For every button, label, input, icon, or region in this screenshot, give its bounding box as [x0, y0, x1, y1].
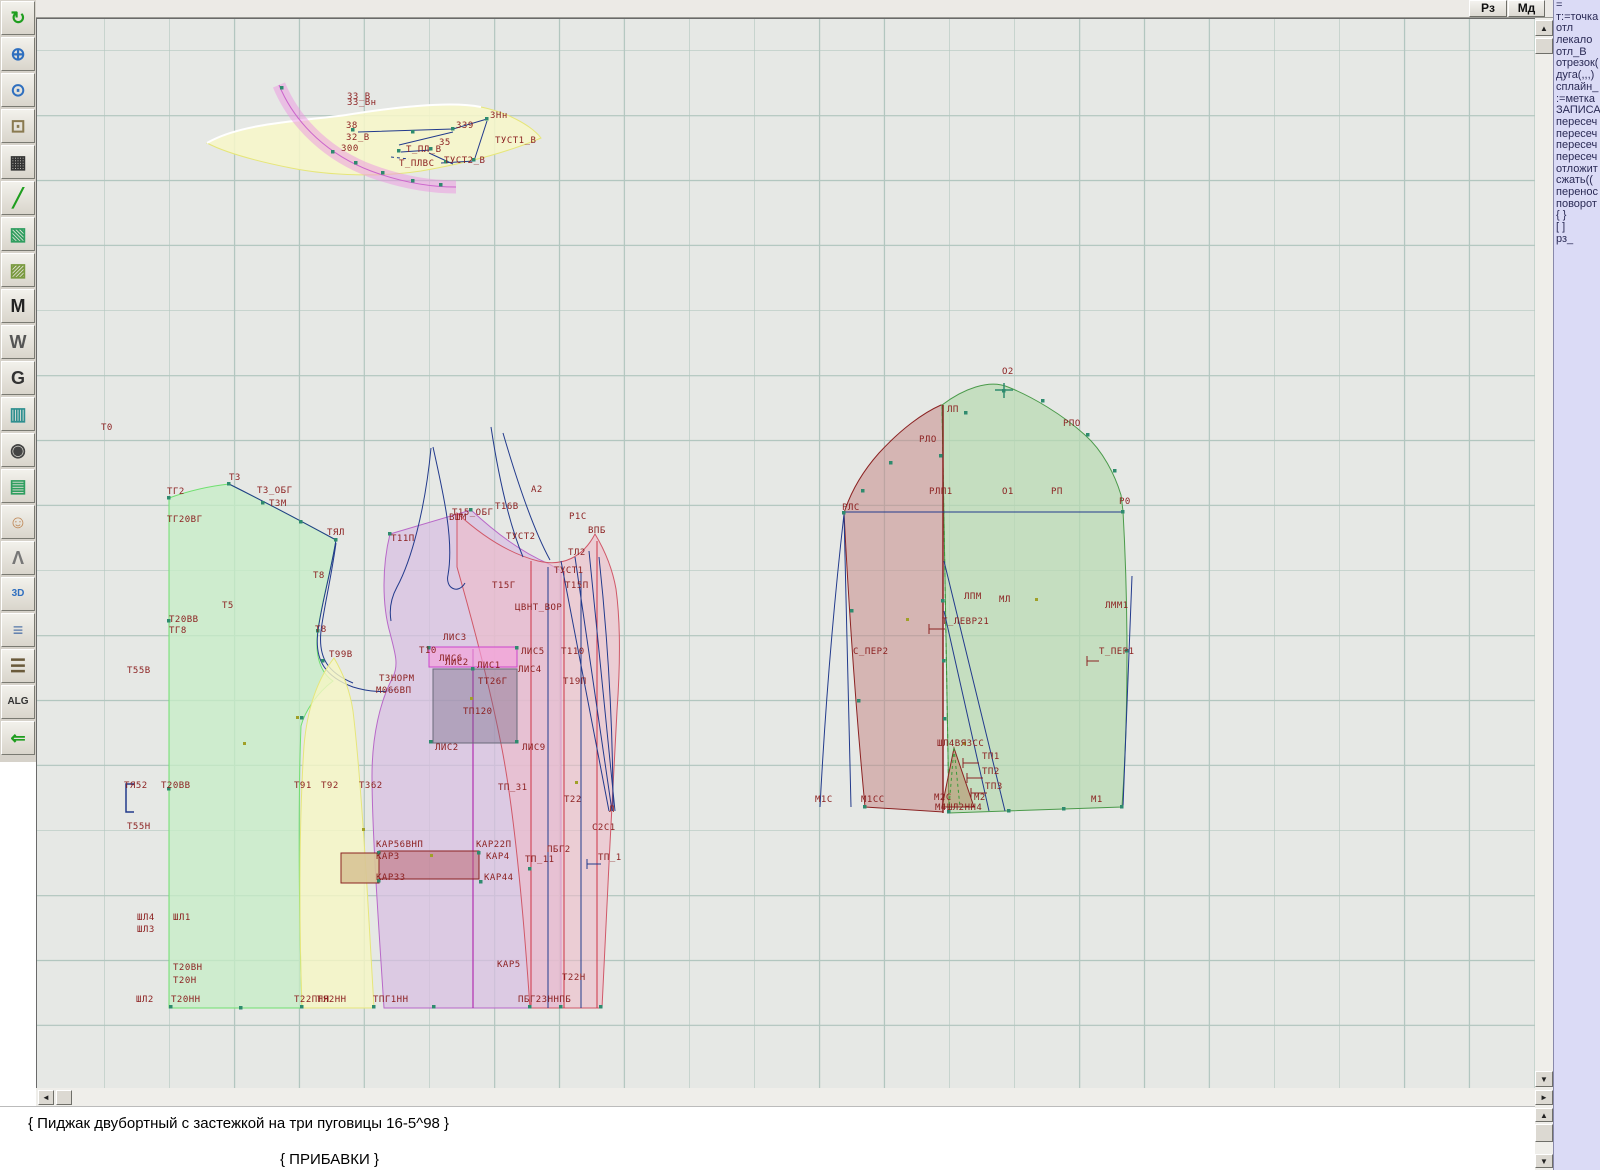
- panel-command[interactable]: пересеч: [1554, 140, 1600, 152]
- alg-icon: ALG: [7, 697, 28, 707]
- list-button[interactable]: ≡: [1, 613, 35, 647]
- command-panel: =т:=точкаотллекалоотл_Вотрезок(дуга(,,,)…: [1553, 0, 1600, 1170]
- image-button[interactable]: ▧: [1, 217, 35, 251]
- refresh-button[interactable]: ↻: [1, 1, 35, 35]
- hscroll-thumb[interactable]: [56, 1090, 72, 1105]
- model-description: { Пиджак двубортный с застежкой на три п…: [28, 1115, 449, 1132]
- md-button[interactable]: Мд: [1508, 0, 1545, 17]
- grid-button[interactable]: ▦: [1, 145, 35, 179]
- zoom-window-icon: ⊙: [10, 81, 25, 99]
- zoom-window-button[interactable]: ⊙: [1, 73, 35, 107]
- canvas-hscrollbar[interactable]: [36, 1088, 1553, 1106]
- pattern-piece-button[interactable]: ▨: [1, 253, 35, 287]
- panel-command[interactable]: пересеч: [1554, 129, 1600, 141]
- front-piece[interactable]: [341, 510, 620, 1008]
- panel-command[interactable]: перенос: [1554, 187, 1600, 199]
- panel-command[interactable]: поворот: [1554, 199, 1600, 211]
- top-bar: Рз Мд: [36, 0, 1553, 18]
- left-toolbar: ↻ ⊕ ⊙ ⊡ ▦ ╱ ▧ ▨ MWG ▥ ◉ ▤ ☺ Λ 3D ≡ ☰ ALG ⇐: [0, 0, 36, 762]
- panel-command[interactable]: =: [1554, 0, 1600, 12]
- panel-command[interactable]: :=метка: [1554, 94, 1600, 106]
- scroll-right-button[interactable]: ►: [1535, 1090, 1553, 1105]
- drafting-icon: W: [10, 333, 27, 351]
- g-tool-icon: G: [11, 369, 25, 387]
- model-photo-icon: ☺: [9, 513, 27, 531]
- books-button[interactable]: ☰: [1, 649, 35, 683]
- model-photo-button[interactable]: ☺: [1, 505, 35, 539]
- drawing-canvas[interactable]: 33_В33_ВнЗНн3833932_В35ТУСТ1_В300Т_ПЛ_ВТ…: [36, 18, 1535, 1088]
- scroll-down-button[interactable]: ▼: [1535, 1071, 1553, 1087]
- panel-command[interactable]: [ ]: [1554, 222, 1600, 234]
- pattern-drawing: [37, 19, 1535, 1088]
- scroll-left-button[interactable]: ◄: [38, 1090, 54, 1105]
- ruler-button[interactable]: ▥: [1, 397, 35, 431]
- panel-command[interactable]: сжать((: [1554, 175, 1600, 187]
- sleeve-piece[interactable]: [820, 383, 1132, 813]
- panel-command[interactable]: отл_В: [1554, 47, 1600, 59]
- garment-button[interactable]: Λ: [1, 541, 35, 575]
- ruler-icon: ▥: [9, 405, 26, 423]
- canvas-vscrollbar[interactable]: [1535, 18, 1553, 1088]
- garment-icon: Λ: [12, 549, 24, 567]
- alg-button[interactable]: ALG: [1, 685, 35, 719]
- measure-icon: ╱: [13, 189, 24, 207]
- 3d-icon: 3D: [12, 589, 25, 599]
- measure-button[interactable]: ╱: [1, 181, 35, 215]
- panel-command[interactable]: дуга(,,,): [1554, 70, 1600, 82]
- panel-command[interactable]: сплайн_: [1554, 82, 1600, 94]
- panel-command[interactable]: ЗАПИСА: [1554, 105, 1600, 117]
- image-icon: ▧: [9, 225, 26, 243]
- drafting-button[interactable]: W: [1, 325, 35, 359]
- spreadsheet-button[interactable]: ▤: [1, 469, 35, 503]
- text-scroll-up-button[interactable]: ▲: [1535, 1108, 1553, 1122]
- text-scroll-down-button[interactable]: ▼: [1535, 1154, 1553, 1168]
- zoom-in-button[interactable]: ⊕: [1, 37, 35, 71]
- grid-icon: ▦: [9, 153, 26, 171]
- spreadsheet-icon: ▤: [9, 477, 26, 495]
- camera-button[interactable]: ◉: [1, 433, 35, 467]
- refresh-icon: ↻: [10, 9, 25, 27]
- panel-command[interactable]: отрезок(: [1554, 58, 1600, 70]
- panel-command[interactable]: рз_: [1554, 234, 1600, 246]
- collar-piece[interactable]: [207, 85, 541, 187]
- g-tool-button[interactable]: G: [1, 361, 35, 395]
- section-heading: { ПРИБАВКИ }: [280, 1151, 379, 1168]
- camera-icon: ◉: [10, 441, 26, 459]
- panel-command[interactable]: т:=точка: [1554, 12, 1600, 24]
- books-icon: ☰: [10, 657, 26, 675]
- panel-command[interactable]: отложит: [1554, 164, 1600, 176]
- panel-command[interactable]: лекало: [1554, 35, 1600, 47]
- exit-icon: ⇐: [10, 729, 25, 747]
- zoom-in-icon: ⊕: [10, 45, 25, 63]
- 3d-button[interactable]: 3D: [1, 577, 35, 611]
- exit-button[interactable]: ⇐: [1, 721, 35, 755]
- panel-command[interactable]: отл: [1554, 23, 1600, 35]
- rz-button[interactable]: Рз: [1469, 0, 1507, 17]
- vscroll-thumb[interactable]: [1535, 38, 1553, 54]
- command-text-area[interactable]: { Пиджак двубортный с застежкой на три п…: [0, 1106, 1535, 1170]
- panel-command[interactable]: пересеч: [1554, 117, 1600, 129]
- view-pattern-icon: ⊡: [10, 117, 25, 135]
- panel-command[interactable]: пересеч: [1554, 152, 1600, 164]
- text-vscroll-thumb[interactable]: [1535, 1124, 1553, 1142]
- list-icon: ≡: [13, 621, 24, 639]
- pattern-m-icon: M: [11, 297, 26, 315]
- view-pattern-button[interactable]: ⊡: [1, 109, 35, 143]
- panel-command[interactable]: { }: [1554, 210, 1600, 222]
- pattern-m-button[interactable]: M: [1, 289, 35, 323]
- side-piece[interactable]: [300, 658, 374, 1008]
- pattern-piece-icon: ▨: [9, 261, 26, 279]
- scroll-up-button[interactable]: ▲: [1535, 20, 1553, 36]
